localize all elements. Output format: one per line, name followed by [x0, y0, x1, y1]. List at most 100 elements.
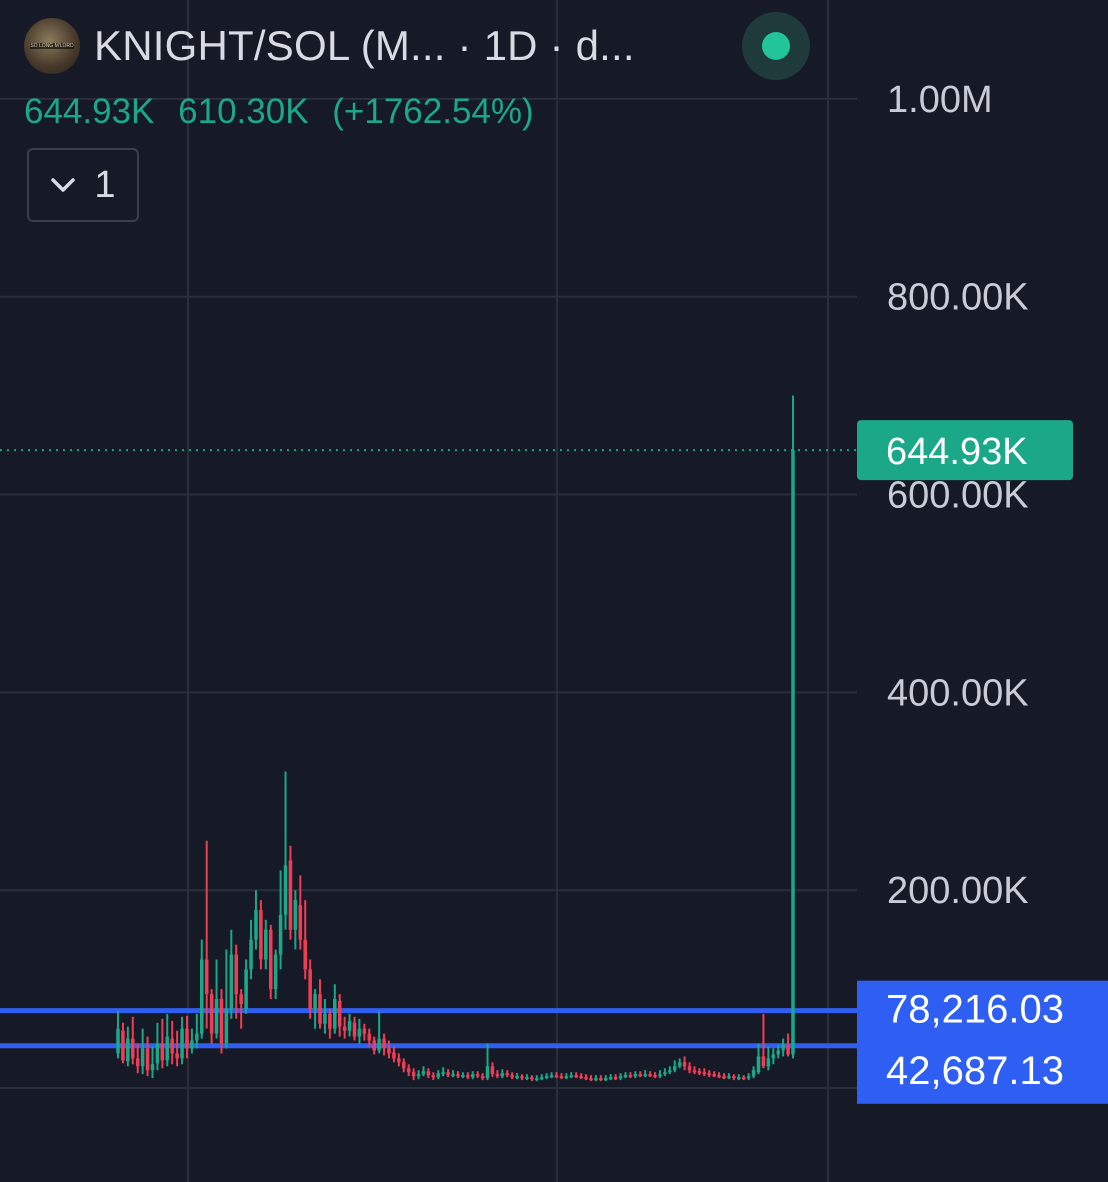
candle-body [140, 1048, 145, 1067]
candle-body [431, 1075, 436, 1078]
candle-body [254, 909, 258, 940]
price-change-percent: (+1762.54%) [332, 92, 534, 131]
candle-body [268, 929, 273, 990]
candle-body [672, 1066, 677, 1071]
candle-body [362, 1028, 367, 1034]
candle-body [618, 1076, 623, 1079]
candle-body [776, 1050, 780, 1055]
candle-body [239, 994, 243, 1004]
candle-body [584, 1077, 588, 1080]
market-status-indicator[interactable] [742, 12, 810, 80]
candle-body [165, 1036, 170, 1061]
candle-body [126, 1038, 130, 1062]
candle-body [530, 1077, 534, 1080]
candle-body [264, 929, 268, 960]
candle-body [756, 1056, 761, 1073]
last-price: 644.93K [24, 92, 155, 131]
candle-body [643, 1074, 647, 1077]
candle-body [121, 1030, 125, 1061]
candle-body [406, 1068, 411, 1073]
candle-body [131, 1038, 135, 1059]
candle-body [150, 1064, 155, 1071]
horizontal-levels [0, 449, 857, 1049]
candle-body [613, 1077, 618, 1080]
candle-body [746, 1076, 751, 1079]
candle-body [421, 1071, 426, 1075]
candle-body [791, 450, 795, 1055]
candle-body [244, 969, 248, 1009]
candle-body [249, 939, 253, 970]
candle-body [323, 1013, 327, 1024]
candle-body [337, 1000, 342, 1027]
candle-body [727, 1076, 731, 1079]
candle-body [604, 1078, 608, 1081]
candle-body [308, 969, 312, 1009]
candle-body [288, 860, 293, 930]
candle-body [160, 1043, 165, 1061]
candle-body [535, 1078, 539, 1081]
candle-body [751, 1070, 756, 1077]
candle-body [175, 1053, 179, 1059]
candle-body [401, 1062, 406, 1069]
candle-body [259, 909, 263, 960]
candle-body [697, 1071, 702, 1074]
candle-body [579, 1076, 583, 1079]
candle-body [781, 1044, 785, 1051]
candle-body [722, 1076, 726, 1079]
candle-body [520, 1076, 524, 1079]
token-avatar[interactable]: SO LONG M'LORD [24, 18, 80, 74]
candle-body [456, 1074, 460, 1077]
candle-body [505, 1073, 510, 1076]
candle-body [485, 1066, 490, 1079]
candle-body [116, 1028, 120, 1054]
candle-body [668, 1070, 672, 1073]
candle-body [333, 999, 337, 1029]
candle-body [648, 1074, 652, 1077]
candlestick-series [116, 395, 795, 1082]
symbol-title[interactable]: KNIGHT/SOL (M... · 1D · d... [94, 22, 635, 70]
candle-body [564, 1076, 569, 1079]
candle-body [554, 1075, 559, 1078]
status-dot-icon [762, 32, 790, 60]
candle-body [283, 865, 288, 915]
candle-body [298, 905, 303, 940]
candle-body [273, 954, 278, 990]
candle-body [702, 1072, 707, 1075]
candle-body [219, 999, 224, 1044]
indicator-count: 1 [94, 163, 116, 206]
price-chart[interactable]: 200.00K 400.00K 600.00K 800.00K 1.00M 644.93… [0, 0, 1108, 1182]
collapse-indicators-button[interactable]: 1 [27, 148, 139, 222]
candle-body [342, 1026, 347, 1031]
price-axis-labels: 644.93K 78,216.03 42,687.13 [857, 420, 1108, 1104]
candle-body [732, 1076, 736, 1079]
candle-body [623, 1075, 628, 1078]
candle-body [135, 1058, 140, 1067]
candle-body [475, 1074, 480, 1077]
candle-body [416, 1074, 421, 1077]
y-tick-label: 600.00K [887, 475, 1029, 517]
candle-body [303, 939, 307, 970]
candle-body [682, 1062, 687, 1067]
candle-body [515, 1076, 519, 1079]
chevron-down-icon [51, 178, 76, 192]
candle-body [480, 1076, 485, 1079]
candle-body [544, 1076, 549, 1079]
candle-body [687, 1066, 692, 1071]
price-axis: 200.00K 400.00K 600.00K 800.00K 1.00M [887, 79, 1029, 912]
price-legend: 644.93K 610.30K (+1762.54%) [24, 92, 548, 132]
candle-body [638, 1074, 643, 1077]
candle-body [209, 994, 214, 1034]
avatar-caption: SO LONG M'LORD [30, 43, 74, 49]
candle-body [204, 959, 209, 995]
candle-body [470, 1074, 475, 1078]
y-tick-label: 800.00K [887, 277, 1029, 319]
candle-body [771, 1054, 776, 1059]
last-price-label: 644.93K [886, 431, 1028, 473]
candle-body [155, 1043, 160, 1064]
y-tick-label: 400.00K [887, 672, 1029, 714]
candle-body [328, 1013, 332, 1029]
candle-body [293, 900, 298, 930]
candle-body [737, 1077, 741, 1080]
candle-body [466, 1075, 470, 1078]
chart-header: SO LONG M'LORD KNIGHT/SOL (M... · 1D · d… [24, 14, 635, 78]
